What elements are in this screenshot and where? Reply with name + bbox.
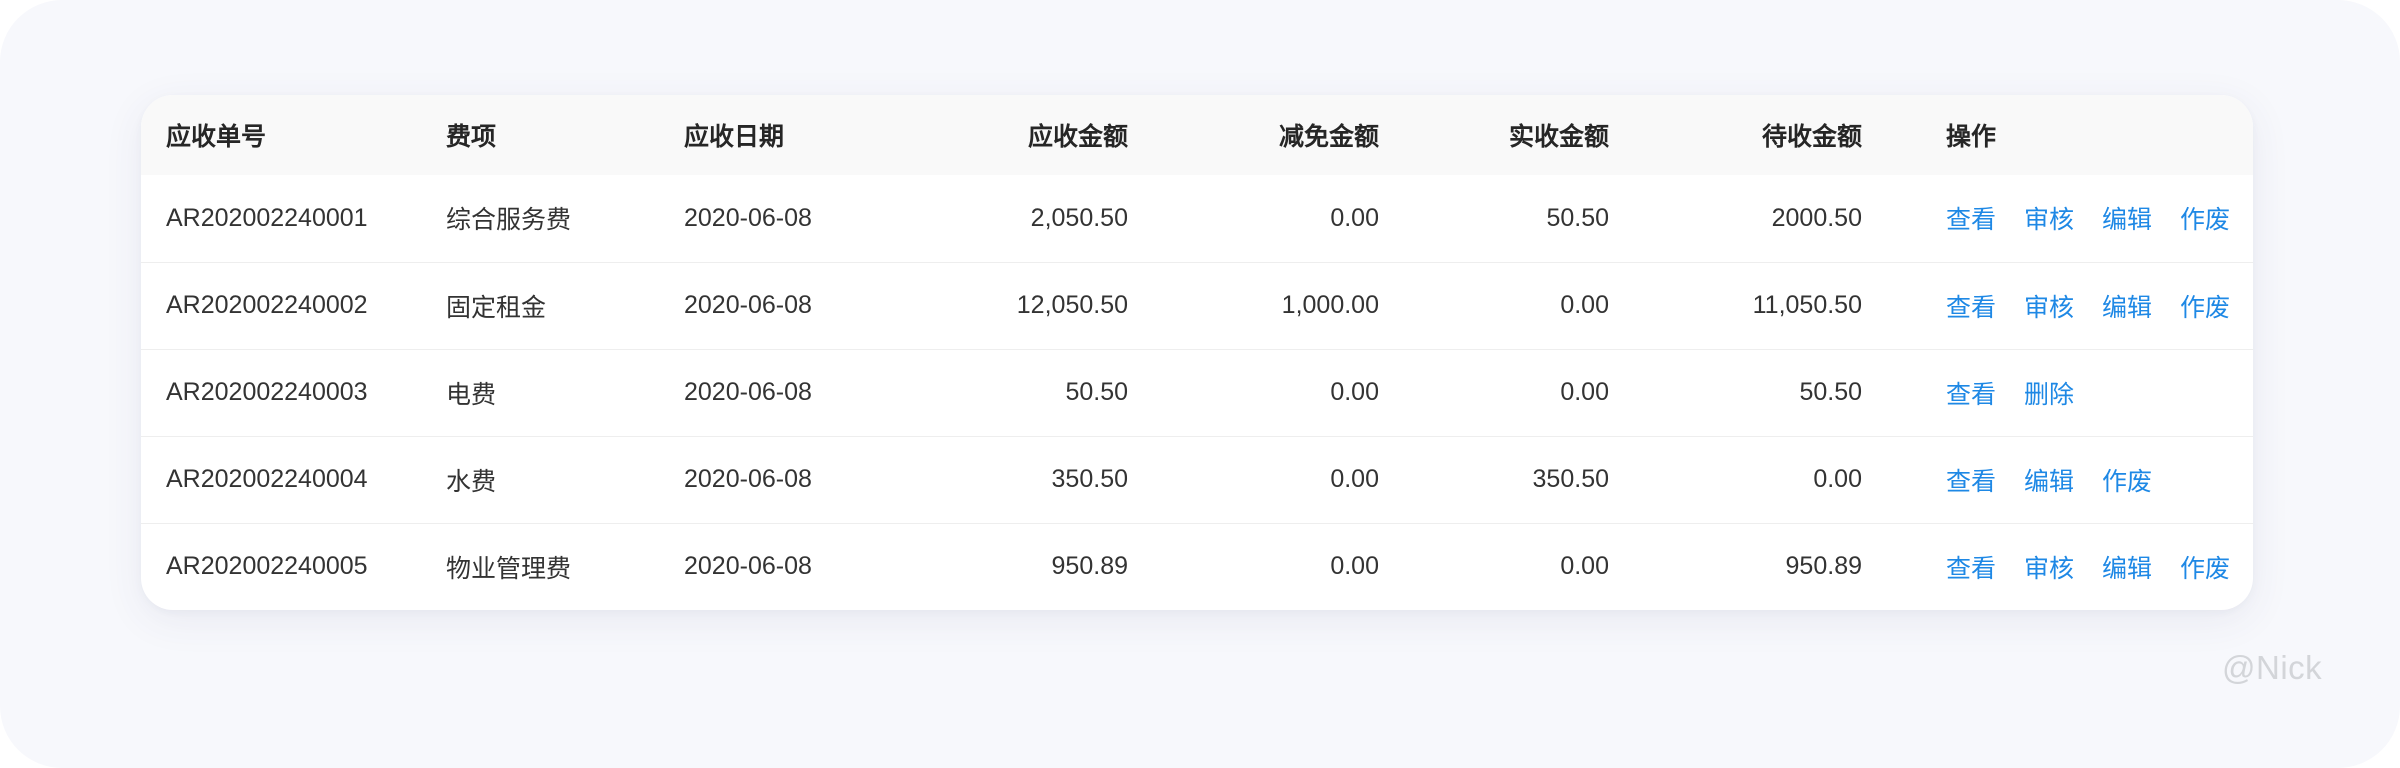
table-row: AR202002240004 水费 2020-06-08 350.50 0.00… bbox=[141, 436, 2253, 523]
table-row: AR202002240002 固定租金 2020-06-08 12,050.50… bbox=[141, 262, 2253, 349]
watermark: @Nick bbox=[2222, 649, 2323, 686]
view-link[interactable]: 查看 bbox=[1946, 200, 1996, 236]
cell-pending-amount: 50.50 bbox=[1799, 378, 1862, 406]
header-row: 应收单号 费项 应收日期 应收金额 减免金额 实收金额 待收金额 操作 bbox=[141, 95, 2253, 175]
cell-discount-amount: 0.00 bbox=[1330, 552, 1379, 581]
header-bill-number: 应收单号 bbox=[166, 123, 267, 151]
page-background: 应收单号 费项 应收日期 应收金额 减免金额 实收金额 待收金额 操作 AR20… bbox=[0, 0, 2400, 768]
cell-received-amount: 0.00 bbox=[1560, 552, 1609, 581]
cell-actions: 查看 删除 bbox=[1862, 349, 2253, 436]
cell-pending-amount: 11,050.50 bbox=[1752, 291, 1862, 319]
cell-due-date: 2020-06-08 bbox=[684, 465, 812, 493]
header-due-date: 应收日期 bbox=[684, 123, 785, 151]
void-link[interactable]: 作废 bbox=[2180, 549, 2230, 585]
row-actions: 查看 编辑 作废 bbox=[1946, 462, 2253, 498]
cell-discount-amount: 0.00 bbox=[1330, 465, 1379, 493]
table-row: AR202002240003 电费 2020-06-08 50.50 0.00 … bbox=[141, 349, 2253, 436]
view-link[interactable]: 查看 bbox=[1946, 462, 1996, 498]
cell-due-date: 2020-06-08 bbox=[684, 552, 812, 581]
cell-bill-number: AR202002240002 bbox=[166, 291, 368, 319]
view-link[interactable]: 查看 bbox=[1946, 288, 1996, 324]
cell-discount-amount: 0.00 bbox=[1330, 203, 1379, 232]
cell-fee-item: 物业管理费 bbox=[446, 554, 572, 583]
header-received-amount: 实收金额 bbox=[1508, 123, 1609, 151]
receivables-table: 应收单号 费项 应收日期 应收金额 减免金额 实收金额 待收金额 操作 AR20… bbox=[141, 95, 2253, 610]
table-row: AR202002240001 综合服务费 2020-06-08 2,050.50… bbox=[141, 175, 2253, 262]
header-fee-item: 费项 bbox=[446, 123, 497, 151]
cell-received-amount: 50.50 bbox=[1546, 203, 1609, 232]
void-link[interactable]: 作废 bbox=[2180, 200, 2230, 236]
void-link[interactable]: 作废 bbox=[2180, 288, 2230, 324]
receivables-table-card: 应收单号 费项 应收日期 应收金额 减免金额 实收金额 待收金额 操作 AR20… bbox=[141, 95, 2253, 610]
cell-pending-amount: 950.89 bbox=[1785, 552, 1862, 581]
cell-fee-item: 电费 bbox=[446, 380, 497, 409]
cell-receivable-amount: 50.50 bbox=[1065, 378, 1128, 406]
table-row: AR202002240005 物业管理费 2020-06-08 950.89 0… bbox=[141, 523, 2253, 610]
header-pending-amount: 待收金额 bbox=[1761, 123, 1862, 151]
cell-received-amount: 0.00 bbox=[1560, 291, 1609, 319]
cell-actions: 查看 审核 编辑 作废 bbox=[1862, 523, 2253, 610]
cell-actions: 查看 审核 编辑 作废 bbox=[1862, 262, 2253, 349]
header-discount-amount: 减免金额 bbox=[1278, 123, 1379, 151]
header-actions: 操作 bbox=[1946, 123, 1997, 151]
row-actions: 查看 审核 编辑 作废 bbox=[1946, 549, 2253, 585]
cell-actions: 查看 审核 编辑 作废 bbox=[1862, 175, 2253, 262]
cell-discount-amount: 0.00 bbox=[1330, 378, 1379, 406]
cell-bill-number: AR202002240003 bbox=[166, 378, 368, 406]
cell-fee-item: 水费 bbox=[446, 467, 497, 496]
review-link[interactable]: 审核 bbox=[2024, 549, 2074, 585]
cell-fee-item: 固定租金 bbox=[446, 293, 547, 322]
edit-link[interactable]: 编辑 bbox=[2102, 549, 2152, 585]
table-body: AR202002240001 综合服务费 2020-06-08 2,050.50… bbox=[141, 175, 2253, 610]
cell-received-amount: 350.50 bbox=[1532, 465, 1609, 493]
cell-receivable-amount: 12,050.50 bbox=[1016, 291, 1128, 319]
cell-receivable-amount: 2,050.50 bbox=[1030, 203, 1128, 232]
view-link[interactable]: 查看 bbox=[1946, 375, 1996, 411]
edit-link[interactable]: 编辑 bbox=[2102, 200, 2152, 236]
review-link[interactable]: 审核 bbox=[2024, 288, 2074, 324]
row-actions: 查看 删除 bbox=[1946, 375, 2253, 411]
cell-received-amount: 0.00 bbox=[1560, 378, 1609, 406]
cell-fee-item: 综合服务费 bbox=[446, 206, 572, 235]
cell-bill-number: AR202002240004 bbox=[166, 465, 368, 493]
cell-bill-number: AR202002240001 bbox=[166, 203, 368, 232]
view-link[interactable]: 查看 bbox=[1946, 549, 1996, 585]
table-header: 应收单号 费项 应收日期 应收金额 减免金额 实收金额 待收金额 操作 bbox=[141, 95, 2253, 175]
delete-link[interactable]: 删除 bbox=[2024, 375, 2074, 411]
edit-link[interactable]: 编辑 bbox=[2102, 288, 2152, 324]
cell-pending-amount: 0.00 bbox=[1813, 465, 1862, 493]
header-receivable-amount: 应收金额 bbox=[1027, 123, 1128, 151]
cell-receivable-amount: 950.89 bbox=[1051, 552, 1128, 581]
review-link[interactable]: 审核 bbox=[2024, 200, 2074, 236]
cell-pending-amount: 2000.50 bbox=[1771, 203, 1862, 232]
cell-receivable-amount: 350.50 bbox=[1051, 465, 1128, 493]
row-actions: 查看 审核 编辑 作废 bbox=[1946, 200, 2253, 236]
edit-link[interactable]: 编辑 bbox=[2024, 462, 2074, 498]
cell-actions: 查看 编辑 作废 bbox=[1862, 436, 2253, 523]
cell-due-date: 2020-06-08 bbox=[684, 378, 812, 406]
cell-bill-number: AR202002240005 bbox=[166, 552, 368, 581]
void-link[interactable]: 作废 bbox=[2102, 462, 2152, 498]
cell-discount-amount: 1,000.00 bbox=[1281, 291, 1379, 319]
row-actions: 查看 审核 编辑 作废 bbox=[1946, 288, 2253, 324]
cell-due-date: 2020-06-08 bbox=[684, 203, 812, 232]
cell-due-date: 2020-06-08 bbox=[684, 291, 812, 319]
